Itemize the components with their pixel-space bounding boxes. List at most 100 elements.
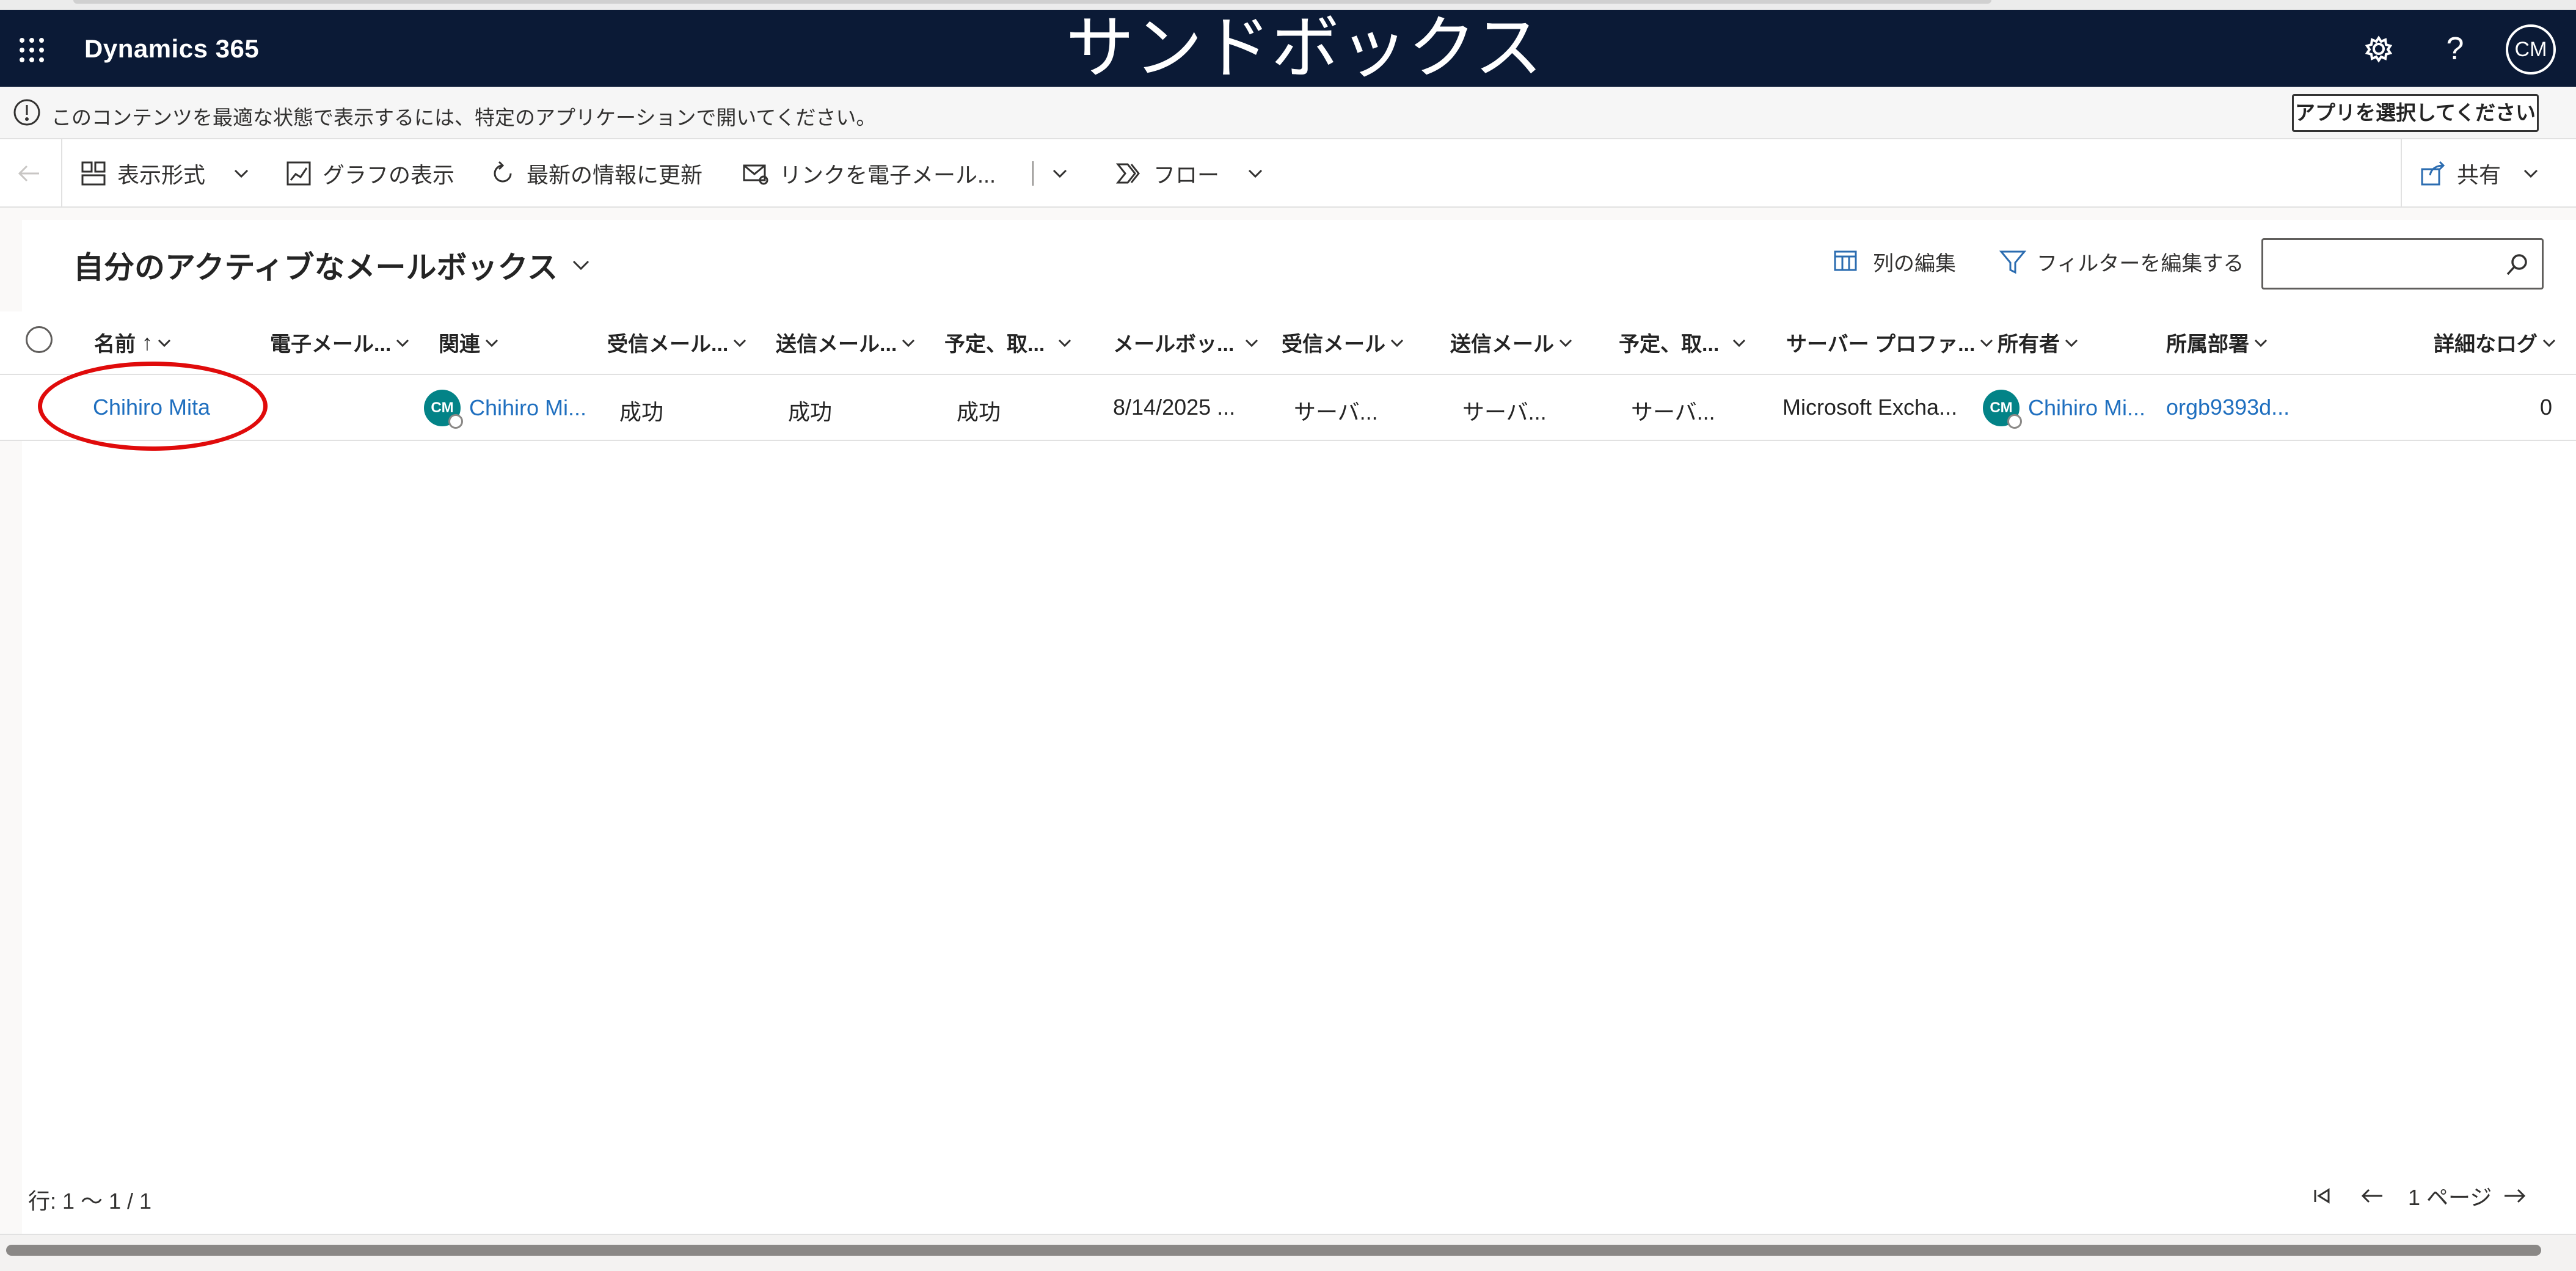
- column-header-server-profile[interactable]: サーバー プロファ...: [1786, 327, 1994, 357]
- server-profile-cell: Microsoft Excha...: [1782, 395, 1958, 420]
- column-header-label: 詳細なログ: [2434, 333, 2538, 356]
- app-launcher-icon[interactable]: [18, 37, 45, 64]
- search-icon[interactable]: [2505, 252, 2530, 277]
- mailbox-date-cell: 8/14/2025 ...: [1113, 395, 1236, 420]
- chevron-down-icon: [2253, 335, 2269, 351]
- column-header-incoming-status[interactable]: 受信メール...: [607, 327, 748, 357]
- incoming-mail-cell: サーバ...: [1294, 399, 1378, 424]
- browser-tab-edge: [73, 0, 1991, 4]
- column-header-label: 予定、取...: [1619, 333, 1720, 356]
- search-input[interactable]: [2261, 238, 2544, 290]
- chevron-down-icon: [1979, 335, 1994, 351]
- chevron-down-icon: [1246, 164, 1264, 183]
- email-link-button[interactable]: リンクを電子メール...: [742, 155, 996, 192]
- column-header-label: 所有者: [1998, 333, 2060, 356]
- edit-columns-label: 列の編集: [1873, 252, 1956, 275]
- chart-icon: [285, 159, 313, 188]
- flow-icon: [1115, 159, 1144, 188]
- more-commands-button[interactable]: [1051, 155, 1069, 192]
- user-avatar[interactable]: CM: [2506, 24, 2556, 75]
- email-link-icon: [742, 159, 770, 188]
- chevron-down-icon: [1558, 335, 1574, 351]
- column-header-outgoing-status[interactable]: 送信メール...: [776, 327, 916, 357]
- horizontal-scrollbar[interactable]: [0, 1234, 2576, 1271]
- select-all-checkbox[interactable]: [26, 326, 53, 353]
- regarding-user-link[interactable]: CM Chihiro Mi...: [424, 390, 587, 429]
- refresh-label: 最新の情報に更新: [527, 162, 703, 188]
- sandbox-overlay-title: サンドボックス: [1065, 9, 1543, 88]
- business-unit-link[interactable]: orgb9393d...: [2166, 395, 2290, 420]
- chevron-down-icon: [484, 335, 500, 351]
- owner-avatar: CM: [1983, 390, 2022, 429]
- column-header-label: 電子メール...: [270, 333, 392, 356]
- back-arrow-icon[interactable]: [13, 158, 45, 189]
- column-header-incoming-mail[interactable]: 受信メール: [1282, 327, 1405, 357]
- app-name[interactable]: Dynamics 365: [84, 34, 259, 64]
- banner-message: このコンテンツを最適な状態で表示するには、特定のアプリケーションで開いてください…: [51, 106, 877, 129]
- view-selector[interactable]: 自分のアクティブなメールボックス: [73, 243, 592, 287]
- command-bar: 表示形式 グラフの表示 最新の情報に更新 リンクを電子メール... フロー 共有: [0, 139, 2576, 208]
- command-divider: [1032, 161, 1034, 186]
- column-header-label: サーバー プロファ...: [1786, 333, 1976, 356]
- row-count-label: 行: 1 〜 1 / 1: [28, 1189, 152, 1214]
- chevron-down-icon: [2063, 335, 2079, 351]
- column-header-appointments[interactable]: 予定、取...: [1619, 327, 1747, 357]
- chevron-down-icon: [1057, 335, 1073, 351]
- show-chart-button[interactable]: グラフの表示: [285, 155, 454, 192]
- previous-page-button[interactable]: [2359, 1179, 2386, 1213]
- page-number-label: 1 ページ: [2408, 1185, 2492, 1210]
- choose-app-button[interactable]: アプリを選択してください: [2292, 94, 2539, 132]
- flow-button[interactable]: フロー: [1115, 155, 1264, 192]
- help-icon[interactable]: ?: [2434, 28, 2476, 70]
- column-header-label: 予定、取...: [944, 333, 1045, 356]
- email-link-label: リンクを電子メール...: [779, 162, 996, 188]
- arrow-right-icon: [2501, 1182, 2528, 1209]
- chevron-down-icon: [395, 335, 410, 351]
- table-row[interactable]: Chihiro Mita CM Chihiro Mi... 成功 成功 成功 8…: [0, 375, 2576, 441]
- settings-gear-icon[interactable]: [2358, 28, 2399, 70]
- view-format-label: 表示形式: [117, 162, 206, 188]
- detailed-log-cell: 0: [2540, 395, 2553, 420]
- chevron-down-icon: [1244, 335, 1260, 351]
- view-format-button[interactable]: 表示形式: [79, 155, 250, 192]
- share-button[interactable]: 共有: [2419, 155, 2540, 192]
- owner-avatar-initials: CM: [1990, 399, 2013, 416]
- column-header-outgoing-mail[interactable]: 送信メール: [1450, 327, 1574, 357]
- command-separator: [2401, 139, 2402, 208]
- appointments-cell: サーバ...: [1631, 399, 1715, 424]
- outgoing-status-cell: 成功: [788, 399, 833, 424]
- column-header-appointments-status[interactable]: 予定、取...: [944, 327, 1073, 357]
- chevron-down-icon: [156, 335, 172, 351]
- column-header-label: 受信メール: [1282, 333, 1385, 356]
- column-header-business-unit[interactable]: 所属部署: [2166, 327, 2269, 357]
- owner-name: Chihiro Mi...: [2028, 395, 2146, 420]
- column-header-name[interactable]: 名前 ↑: [94, 327, 172, 357]
- edit-columns-button[interactable]: 列の編集: [1833, 247, 1956, 277]
- refresh-button[interactable]: 最新の情報に更新: [489, 155, 702, 192]
- chevron-down-icon: [2522, 164, 2540, 183]
- owner-user-link[interactable]: CM Chihiro Mi...: [1983, 390, 2146, 429]
- regarding-name: Chihiro Mi...: [469, 395, 587, 420]
- next-page-button[interactable]: [2501, 1179, 2528, 1213]
- share-icon: [2419, 159, 2447, 188]
- edit-filters-button[interactable]: フィルターを編集する: [1999, 247, 2244, 277]
- column-header-label: メールボッ...: [1113, 333, 1235, 356]
- info-exclamation-icon: [12, 98, 42, 127]
- info-banner: このコンテンツを最適な状態で表示するには、特定のアプリケーションで開いてください…: [0, 87, 2576, 139]
- first-page-button[interactable]: [2309, 1179, 2336, 1213]
- presence-status-icon: [448, 414, 463, 429]
- appointments-status-cell: 成功: [957, 399, 1001, 424]
- filter-icon: [1999, 248, 2027, 276]
- chevron-down-icon: [570, 254, 592, 276]
- column-header-detailed-log[interactable]: 詳細なログ: [2434, 327, 2557, 357]
- column-header-label: 所属部署: [2166, 333, 2249, 356]
- scrollbar-thumb[interactable]: [6, 1245, 2541, 1256]
- column-header-mailbox[interactable]: メールボッ...: [1113, 327, 1260, 357]
- arrow-left-icon: [2359, 1182, 2386, 1209]
- column-header-regarding[interactable]: 関連: [439, 327, 500, 357]
- column-header-owner[interactable]: 所有者: [1998, 327, 2079, 357]
- sort-ascending-icon: ↑: [142, 329, 153, 355]
- refresh-icon: [489, 159, 517, 188]
- column-header-email[interactable]: 電子メール...: [270, 327, 410, 357]
- highlight-annotation-ellipse: [38, 362, 268, 451]
